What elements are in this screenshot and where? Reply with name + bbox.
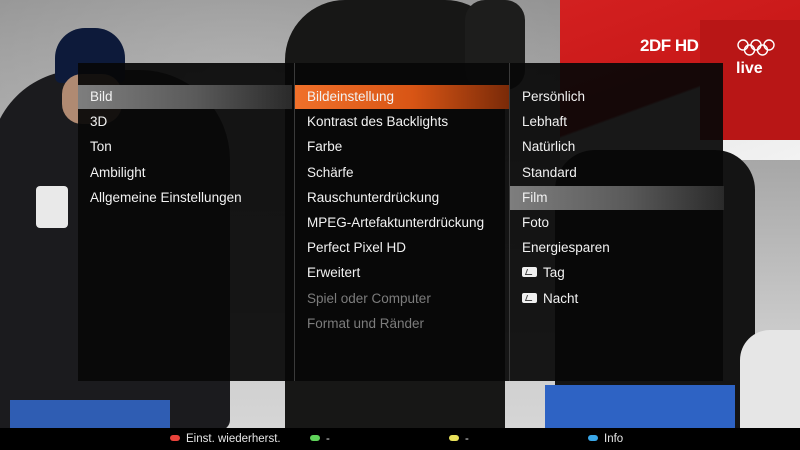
menu-item-label: 3D xyxy=(90,114,108,130)
menu-item-standard[interactable]: Standard xyxy=(510,161,724,185)
menu-item-allgemeine-einstellungen[interactable]: Allgemeine Einstellungen xyxy=(78,186,292,210)
live-indicator: live xyxy=(736,60,763,77)
menu-item-kontrast-des-backlights[interactable]: Kontrast des Backlights xyxy=(295,110,509,134)
menu-item-label: Nacht xyxy=(543,290,579,306)
menu-item-label: Bild xyxy=(90,89,113,104)
menu-item-tag[interactable]: Tag xyxy=(510,261,724,285)
menu-item-label: Film xyxy=(522,189,548,205)
menu-item-3d[interactable]: 3D xyxy=(78,110,292,134)
blue-key-info[interactable]: Info xyxy=(588,428,623,450)
menu-item-label: Foto xyxy=(522,215,550,230)
menu-item-label: Rauschunterdrückung xyxy=(307,189,440,205)
menu-item-label: Tag xyxy=(543,265,565,281)
red-key-reset[interactable]: Einst. wiederherst. xyxy=(170,428,281,450)
menu-item-label: Farbe xyxy=(307,139,343,155)
yellow-key-label: - xyxy=(465,433,469,445)
menu-item-naturlich[interactable]: Natürlich xyxy=(510,135,724,159)
menu-item-label: Schärfe xyxy=(307,164,354,180)
isf-tag-icon xyxy=(522,267,537,278)
yellow-key-icon xyxy=(449,435,459,441)
zdf-hd-logo: 2DF HD xyxy=(640,36,699,55)
menu-item-scharfe[interactable]: Schärfe xyxy=(295,161,509,185)
menu-item-label: Allgemeine Einstellungen xyxy=(90,189,242,205)
menu-item-label: Standard xyxy=(522,164,577,180)
menu-item-farbe[interactable]: Farbe xyxy=(295,135,509,159)
menu-item-label: Persönlich xyxy=(522,89,586,104)
menu-column-picture-settings: Bildeinstellung Kontrast des Backlights Fa… xyxy=(294,63,509,381)
menu-item-lebhaft[interactable]: Lebhaft xyxy=(510,110,724,134)
green-key[interactable]: - xyxy=(310,428,330,450)
red-key-label: Einst. wiederherst. xyxy=(186,433,281,445)
menu-item-mpeg-artefaktunterdruckung[interactable]: MPEG-Artefaktunterdrückung xyxy=(295,211,509,235)
isf-tag-icon xyxy=(522,292,537,303)
color-key-bar: Einst. wiederherst. - - Info xyxy=(0,428,800,450)
menu-column-categories: Bild 3D Ton Ambilight Allgemeine Einstellung… xyxy=(78,63,292,381)
olympic-rings-icon xyxy=(737,39,775,56)
menu-item-label: Kontrast des Backlights xyxy=(307,114,449,130)
menu-item-label: Lebhaft xyxy=(522,114,568,130)
blue-key-label: Info xyxy=(604,433,624,445)
menu-item-foto[interactable]: Foto xyxy=(510,211,724,235)
menu-item-label: Energiesparen xyxy=(522,240,610,256)
menu-item-label: Spiel oder Computer xyxy=(307,290,431,306)
menu-item-personlich[interactable]: Persönlich xyxy=(510,85,724,109)
menu-item-energiesparen[interactable]: Energiesparen xyxy=(510,236,724,260)
menu-item-ton[interactable]: Ton xyxy=(78,135,292,159)
green-key-icon xyxy=(310,435,320,441)
menu-item-rauschunterdruckung[interactable]: Rauschunterdrückung xyxy=(295,186,509,210)
menu-item-label: MPEG-Artefaktunterdrückung xyxy=(307,215,485,230)
menu-item-label: Perfect Pixel HD xyxy=(307,240,407,256)
menu-item-erweitert[interactable]: Erweitert xyxy=(295,261,509,285)
menu-item-label: Ton xyxy=(90,139,112,155)
yellow-key[interactable]: - xyxy=(449,428,469,450)
menu-item-label: Erweitert xyxy=(307,265,361,281)
menu-item-film[interactable]: Film xyxy=(510,185,724,210)
menu-item-label: Natürlich xyxy=(522,139,576,155)
settings-menu: Bild 3D Ton Ambilight Allgemeine Einstellung… xyxy=(78,63,724,381)
menu-item-label: Bildeinstellung xyxy=(307,89,395,104)
menu-item-spiel-oder-computer: Spiel oder Computer xyxy=(295,287,509,311)
menu-item-bild[interactable]: Bild xyxy=(78,85,292,109)
menu-item-format-und-rander: Format und Ränder xyxy=(295,312,509,336)
red-key-icon xyxy=(170,435,180,441)
menu-item-label: Ambilight xyxy=(90,164,146,180)
menu-column-picture-presets: Persönlich Lebhaft Natürlich Standard Film Fo… xyxy=(509,63,724,381)
menu-item-bildeinstellung[interactable]: Bildeinstellung xyxy=(295,85,509,109)
menu-item-nacht[interactable]: Nacht xyxy=(510,287,724,311)
menu-item-ambilight[interactable]: Ambilight xyxy=(78,161,292,185)
menu-item-perfect-pixel-hd[interactable]: Perfect Pixel HD xyxy=(295,236,509,260)
menu-item-label: Format und Ränder xyxy=(307,315,425,331)
green-key-label: - xyxy=(326,433,330,445)
blue-key-icon xyxy=(588,435,598,441)
